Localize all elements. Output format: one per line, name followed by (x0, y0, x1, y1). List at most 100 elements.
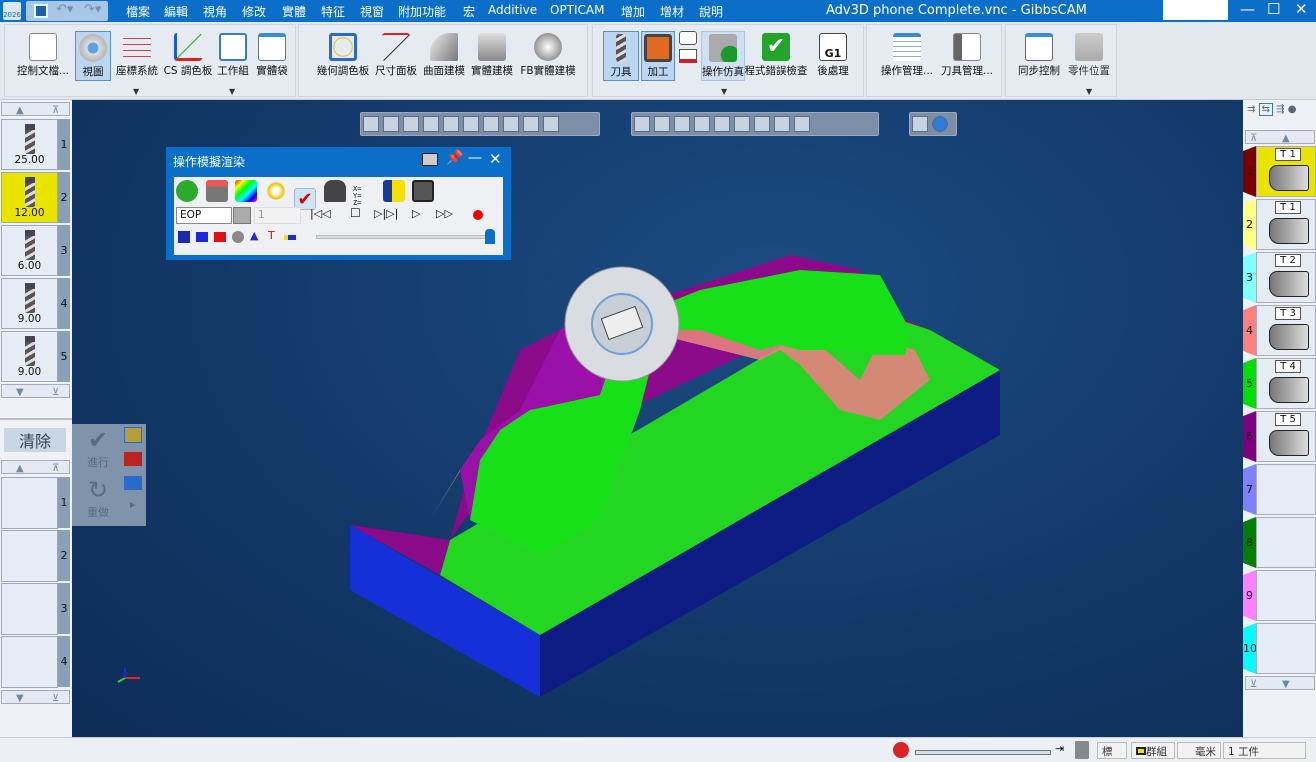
pocket-operation-icon (1269, 377, 1309, 403)
color-icon[interactable] (235, 180, 257, 202)
minimize-button[interactable]: — (468, 150, 482, 166)
tool-scroll-down[interactable]: ▼ ⊻ (1, 384, 70, 398)
pocket-operation-icon (1269, 218, 1309, 244)
triangle-icon[interactable]: ▲ (250, 229, 258, 242)
part-icon[interactable] (124, 452, 142, 466)
operation-number[interactable]: 6 (1243, 411, 1256, 462)
part-icon[interactable] (214, 232, 226, 242)
run-button[interactable]: ✔ 進行 (76, 426, 120, 472)
operation-item[interactable]: T 1 (1256, 199, 1316, 250)
operation-item[interactable]: T 2 (1256, 252, 1316, 303)
process-scroll-up[interactable]: ▲ ⊼ (1, 460, 70, 474)
list-icon[interactable] (382, 180, 405, 202)
stock-render-icon[interactable] (205, 180, 228, 202)
operation-number[interactable]: 2 (1243, 199, 1256, 250)
status-bar: ⇥ 標系統 群組1 毫米 1 工件 (0, 737, 1316, 762)
process-slot[interactable] (1, 583, 58, 635)
process-slot[interactable] (1, 477, 58, 529)
process-slot[interactable] (1, 636, 58, 688)
tool-number[interactable]: 5 (58, 331, 70, 382)
stock-icon[interactable] (196, 232, 208, 242)
stop-hand-icon[interactable] (176, 180, 198, 202)
slider-thumb[interactable] (485, 229, 495, 244)
view-mode-1-icon[interactable]: ⇉ (1247, 104, 1255, 115)
tool-item[interactable]: 6.00 (1, 225, 58, 276)
tool-item[interactable]: 9.00 (1, 278, 58, 329)
trash-icon[interactable] (1075, 741, 1089, 759)
process-scroll-down[interactable]: ▼ ⊻ (1, 690, 70, 704)
tool-holder-icon[interactable] (178, 231, 190, 243)
redo-button[interactable]: ↻ 重做 (76, 476, 120, 522)
process-slot-number: 4 (58, 636, 70, 687)
operation-number[interactable]: 5 (1243, 358, 1256, 409)
units-status[interactable]: 毫米 (1177, 742, 1221, 759)
operation-field[interactable]: EOP (176, 207, 232, 224)
operation-tool-label: T 5 (1275, 413, 1301, 426)
stock-icon[interactable] (124, 427, 142, 443)
operation-number[interactable]: 1 (1243, 146, 1256, 197)
fixture-icon[interactable] (232, 231, 244, 243)
view-mode-2-icon[interactable]: ⇆ (1258, 103, 1273, 116)
tool-diameter: 6.00 (17, 260, 42, 272)
operation-scroll-up[interactable]: ⊼ ▲ (1245, 130, 1315, 144)
tool-item[interactable]: 9.00 (1, 331, 58, 382)
tool-diameter: 9.00 (17, 313, 42, 325)
clear-button[interactable]: 清除 (4, 428, 66, 452)
operation-number[interactable]: 9 (1243, 570, 1256, 621)
operation-item[interactable]: T 3 (1256, 305, 1316, 356)
operation-item[interactable]: T 1 (1256, 146, 1316, 197)
lock-icon[interactable] (323, 180, 346, 202)
tool-item[interactable]: 25.00 (1, 119, 58, 170)
operation-item[interactable] (1256, 570, 1316, 621)
fast-forward-button[interactable]: ▷▷ (436, 207, 453, 220)
group-status[interactable]: 群組1 (1131, 742, 1175, 759)
collision-icon[interactable] (264, 180, 287, 202)
tool-number[interactable]: 1 (58, 119, 70, 170)
stop-button[interactable]: ☐ (350, 206, 361, 220)
operation-item[interactable]: T 5 (1256, 411, 1316, 462)
pin-icon[interactable]: ⇥ (1055, 742, 1064, 755)
operation-item[interactable] (1256, 623, 1316, 674)
cancel-icon[interactable] (893, 742, 909, 758)
close-button[interactable]: ✕ (489, 150, 502, 168)
operation-item[interactable] (1256, 464, 1316, 515)
operation-item[interactable]: T 4 (1256, 358, 1316, 409)
op-list-button[interactable] (233, 207, 251, 224)
rewind-button[interactable]: |◁◁ (310, 207, 331, 220)
operation-number[interactable]: 4 (1243, 305, 1256, 356)
view-mode-3-icon[interactable]: ⇶ (1276, 104, 1284, 115)
tool-number[interactable]: 3 (58, 225, 70, 276)
film-icon[interactable] (412, 180, 434, 202)
tool-scroll-up[interactable]: ▲ ⊼ (1, 102, 70, 116)
operation-number[interactable]: 7 (1243, 464, 1256, 515)
operation-number[interactable]: 8 (1243, 517, 1256, 568)
tool-number[interactable]: 4 (58, 278, 70, 329)
operation-number[interactable]: 3 (1243, 252, 1256, 303)
record-button[interactable] (473, 210, 483, 220)
tool-item[interactable]: 12.00 (1, 172, 58, 223)
check-circle-icon: ✔ (87, 426, 109, 454)
user-icon[interactable]: ● (1288, 104, 1297, 115)
restore-icon[interactable] (422, 153, 438, 166)
play-button[interactable]: ▷ (412, 207, 420, 220)
tool-diameter: 9.00 (17, 366, 42, 378)
operation-scroll-down[interactable]: ⊻ ▼ (1245, 676, 1315, 690)
view-navigation-gizmo[interactable] (564, 266, 680, 382)
operation-tool-label: T 1 (1275, 201, 1301, 214)
operation-select[interactable]: 1 (254, 207, 301, 224)
progress-slider[interactable] (316, 229, 495, 244)
operation-number[interactable]: 10 (1243, 623, 1256, 674)
operation-item[interactable] (1256, 517, 1316, 568)
step-button[interactable]: ▷|▷| (374, 207, 398, 220)
expand-arrow-icon[interactable]: ▸ (130, 498, 136, 511)
parts-status[interactable]: 1 工件 (1223, 742, 1306, 759)
process-slot[interactable] (1, 530, 58, 582)
holder-icon[interactable] (284, 235, 296, 240)
pin-icon[interactable]: 📌 (446, 150, 463, 166)
tool-number[interactable]: 2 (58, 172, 70, 223)
pocket-operation-icon (1269, 324, 1309, 350)
tool-icon[interactable]: T (268, 229, 275, 242)
coordinate-system-status[interactable]: 標系統 (1097, 742, 1127, 759)
tool-diameter: 12.00 (14, 207, 45, 219)
fixture-icon[interactable] (124, 476, 142, 490)
